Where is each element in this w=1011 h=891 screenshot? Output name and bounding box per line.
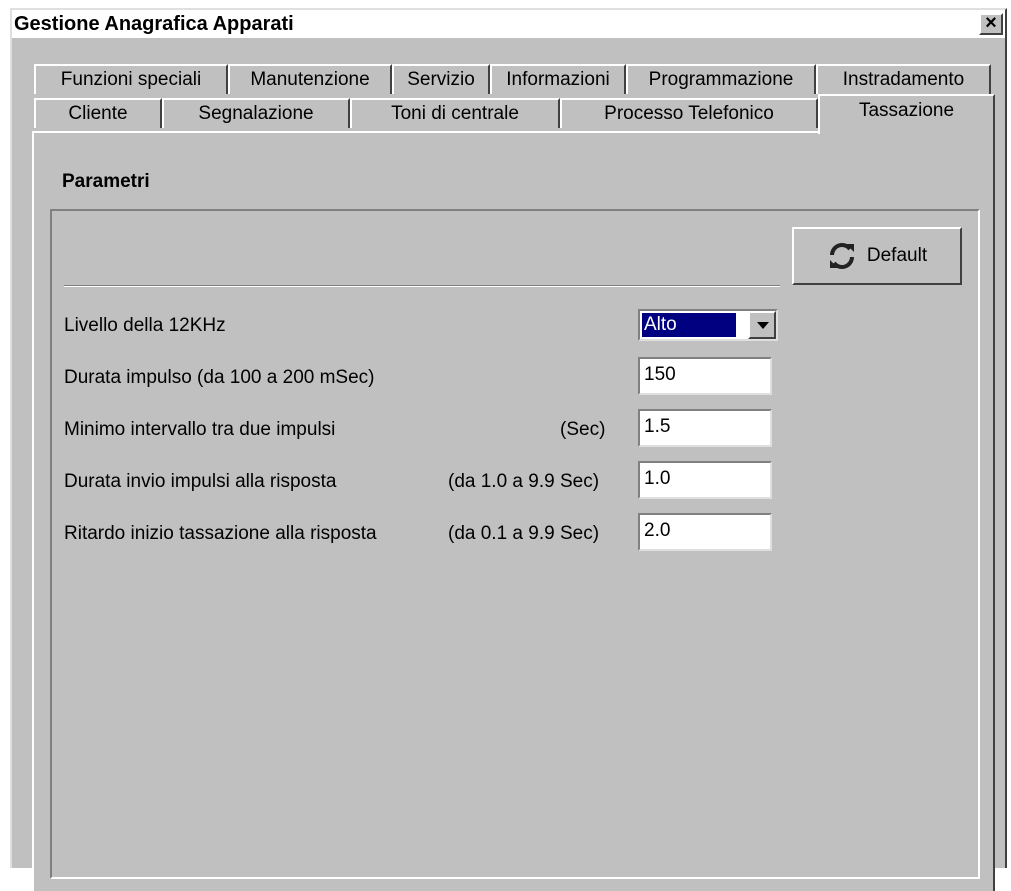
durata-impulso-input[interactable]: 150 — [638, 357, 772, 395]
tab-cliente[interactable]: Cliente — [34, 98, 162, 128]
main-window: Gestione Anagrafica Apparati × Funzioni … — [10, 8, 1007, 891]
tab-panel-tassazione: Parametri Default Livello della 12KHz Al… — [32, 131, 995, 891]
section-title: Parametri — [62, 171, 150, 192]
minimo-intervallo-input[interactable]: 1.5 — [638, 409, 772, 447]
durata-invio-range: (da 1.0 a 9.9 Sec) — [448, 471, 600, 492]
parameters-group: Default Livello della 12KHz Alto Durata … — [50, 209, 980, 879]
ritardo-label: Ritardo inizio tassazione alla risposta — [64, 523, 377, 544]
close-button[interactable]: × — [979, 13, 1003, 35]
tab-servizio[interactable]: Servizio — [392, 64, 490, 94]
durata-invio-label: Durata invio impulsi alla risposta — [64, 471, 337, 492]
tab-informazioni[interactable]: Informazioni — [490, 64, 626, 94]
livello-select[interactable]: Alto — [638, 309, 778, 341]
separator-line — [64, 285, 780, 287]
tab-funzioni-speciali[interactable]: Funzioni speciali — [34, 64, 228, 94]
tab-segnalazione[interactable]: Segnalazione — [162, 98, 350, 128]
livello-select-value: Alto — [642, 313, 736, 337]
tab-toni-di-centrale[interactable]: Toni di centrale — [350, 98, 560, 128]
window-title: Gestione Anagrafica Apparati — [14, 13, 294, 35]
minimo-intervallo-label: Minimo intervallo tra due impulsi — [64, 419, 336, 440]
minimo-intervallo-unit: (Sec) — [560, 419, 606, 440]
ritardo-input[interactable]: 2.0 — [638, 513, 772, 551]
livello-label: Livello della 12KHz — [64, 315, 226, 336]
tab-instradamento[interactable]: Instradamento — [816, 64, 991, 94]
tab-processo-telefonico[interactable]: Processo Telefonico — [560, 98, 818, 128]
durata-impulso-label: Durata impulso (da 100 a 200 mSec) — [64, 367, 375, 388]
refresh-icon — [829, 243, 854, 269]
default-button-label: Default — [866, 245, 928, 266]
default-button[interactable]: Default — [792, 227, 962, 285]
chevron-down-icon[interactable] — [748, 311, 776, 339]
tab-tassazione[interactable]: Tassazione — [818, 94, 995, 134]
ritardo-range: (da 0.1 a 9.9 Sec) — [448, 523, 600, 544]
title-bar: Gestione Anagrafica Apparati × — [12, 10, 1005, 38]
durata-invio-input[interactable]: 1.0 — [638, 461, 772, 499]
tab-manutenzione[interactable]: Manutenzione — [228, 64, 392, 94]
tab-programmazione[interactable]: Programmazione — [626, 64, 816, 94]
